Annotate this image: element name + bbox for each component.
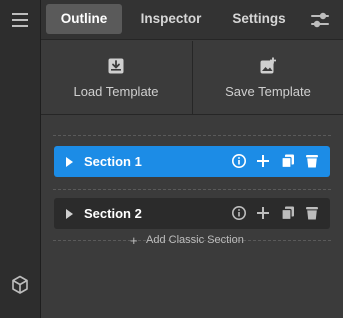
section-tools [227,205,320,221]
cube-icon[interactable] [11,275,29,295]
plus-icon: + [130,233,138,248]
trash-icon[interactable] [304,153,320,169]
info-icon[interactable] [231,153,247,169]
section-2-row[interactable]: Section 2 [54,198,330,229]
section-name: Section 2 [84,206,142,221]
duplicate-icon[interactable] [280,153,296,169]
save-template-button[interactable]: Save Template [192,41,343,114]
add-classic-section-button[interactable]: + Add Classic Section [53,232,331,250]
image-plus-icon [260,57,276,74]
save-template-label: Save Template [225,84,311,99]
tab-outline[interactable]: Outline [46,4,122,34]
outline-panel: Outline Inspector Settings Load Template [41,0,343,318]
load-template-button[interactable]: Load Template [41,41,191,114]
left-rail [0,0,41,318]
tab-inspector[interactable]: Inspector [129,4,213,34]
duplicate-icon[interactable] [280,205,296,221]
info-icon[interactable] [231,205,247,221]
tab-settings[interactable]: Settings [221,4,297,34]
section-name: Section 1 [84,154,142,169]
template-actions: Load Template Save Template [41,41,343,115]
divider [53,135,331,136]
add-classic-section-label: Add Classic Section [146,234,244,246]
sliders-icon[interactable] [309,10,331,30]
plus-icon[interactable] [255,205,271,221]
hamburger-icon[interactable] [11,11,29,29]
section-tools [227,153,320,169]
divider [53,189,331,190]
plus-icon[interactable] [255,153,271,169]
load-template-label: Load Template [73,84,159,99]
section-1-row[interactable]: Section 1 [54,146,330,177]
expand-arrow-icon[interactable] [66,157,73,167]
download-tray-icon [108,58,124,74]
trash-icon[interactable] [304,205,320,221]
expand-arrow-icon[interactable] [66,209,73,219]
tab-bar: Outline Inspector Settings [41,0,343,40]
